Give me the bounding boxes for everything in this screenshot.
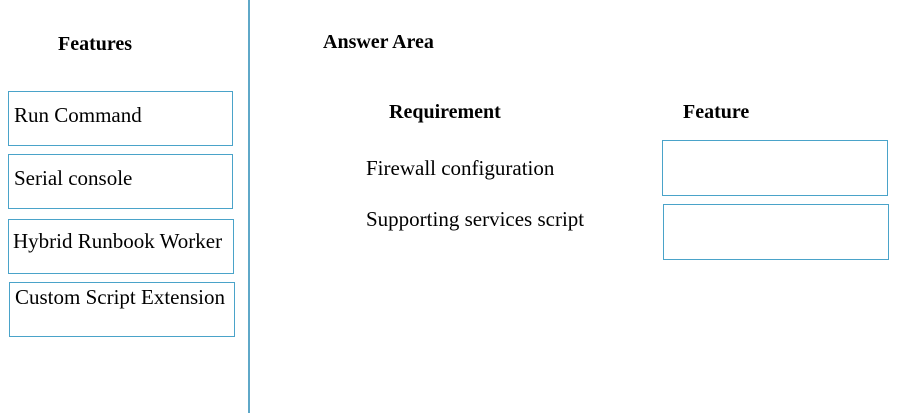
requirement-column-header: Requirement [389,101,501,123]
feature-item-custom-script-extension[interactable]: Custom Script Extension [9,282,235,337]
features-title: Features [58,33,133,55]
feature-item-label: Custom Script Extension [15,285,225,309]
feature-item-serial-console[interactable]: Serial console [8,154,233,209]
panel-divider [248,0,250,413]
feature-drop-slot-firewall-configuration[interactable] [662,140,888,196]
feature-column-header: Feature [683,101,750,123]
requirement-supporting-services-script: Supporting services script [366,207,585,231]
feature-item-hybrid-runbook-worker[interactable]: Hybrid Runbook Worker [8,219,234,274]
feature-item-label: Serial console [14,166,133,190]
feature-item-label: Run Command [14,103,142,127]
feature-drop-slot-supporting-services-script[interactable] [663,204,889,260]
feature-item-label: Hybrid Runbook Worker [13,229,223,253]
answer-area-title: Answer Area [323,31,434,53]
feature-item-run-command[interactable]: Run Command [8,91,233,146]
requirement-firewall-configuration: Firewall configuration [366,156,555,180]
